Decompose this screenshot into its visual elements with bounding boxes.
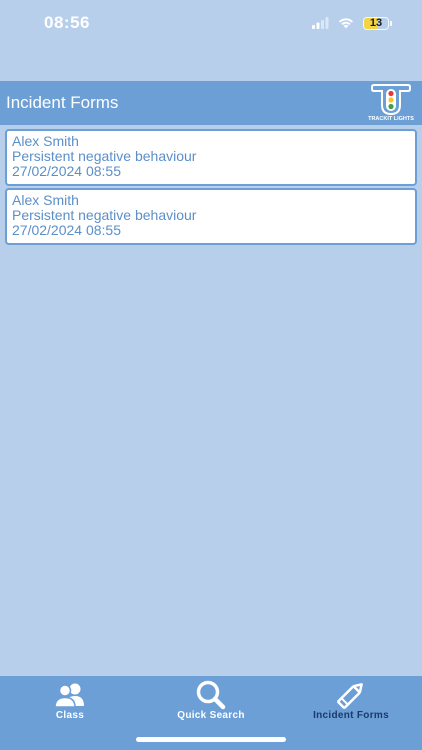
incident-item[interactable]: Alex Smith Persistent negative behaviour… [5,188,417,245]
incident-list: Alex Smith Persistent negative behaviour… [5,129,417,247]
status-indicators: 13 [312,15,392,31]
incident-reason: Persistent negative behaviour [12,207,197,223]
logo-text: TRACKIT LIGHTS [368,116,414,122]
status-bar: 08:56 13 [0,0,422,48]
pencil-icon [335,680,367,710]
incident-item[interactable]: Alex Smith Persistent negative behaviour… [5,129,417,186]
incident-student-name: Alex Smith [12,192,79,208]
tab-class[interactable]: Class [0,676,140,726]
traffic-light-icon [371,84,411,116]
trackit-logo: TRACKIT LIGHTS [364,83,418,123]
search-icon [195,680,227,710]
page-title: Incident Forms [6,93,119,112]
tab-quick-search[interactable]: Quick Search [141,676,281,726]
tab-incident-forms[interactable]: Incident Forms [281,676,421,726]
status-time: 08:56 [44,13,90,32]
header-bar: Incident Forms TRACKIT LIGHTS [0,81,422,125]
battery-cap [390,20,392,26]
users-icon [53,680,87,710]
battery-level: 13 [369,16,383,29]
tab-label: Quick Search [177,710,245,721]
incident-reason: Persistent negative behaviour [12,148,197,164]
tab-label: Incident Forms [313,710,389,721]
incident-datetime: 27/02/2024 08:55 [12,163,121,179]
tab-label: Class [55,710,85,721]
battery-icon: 13 [363,16,389,30]
home-indicator [136,737,286,742]
incident-datetime: 27/02/2024 08:55 [12,222,121,238]
cellular-signal-icon [312,17,329,29]
wifi-icon [339,18,353,29]
incident-student-name: Alex Smith [12,133,79,149]
